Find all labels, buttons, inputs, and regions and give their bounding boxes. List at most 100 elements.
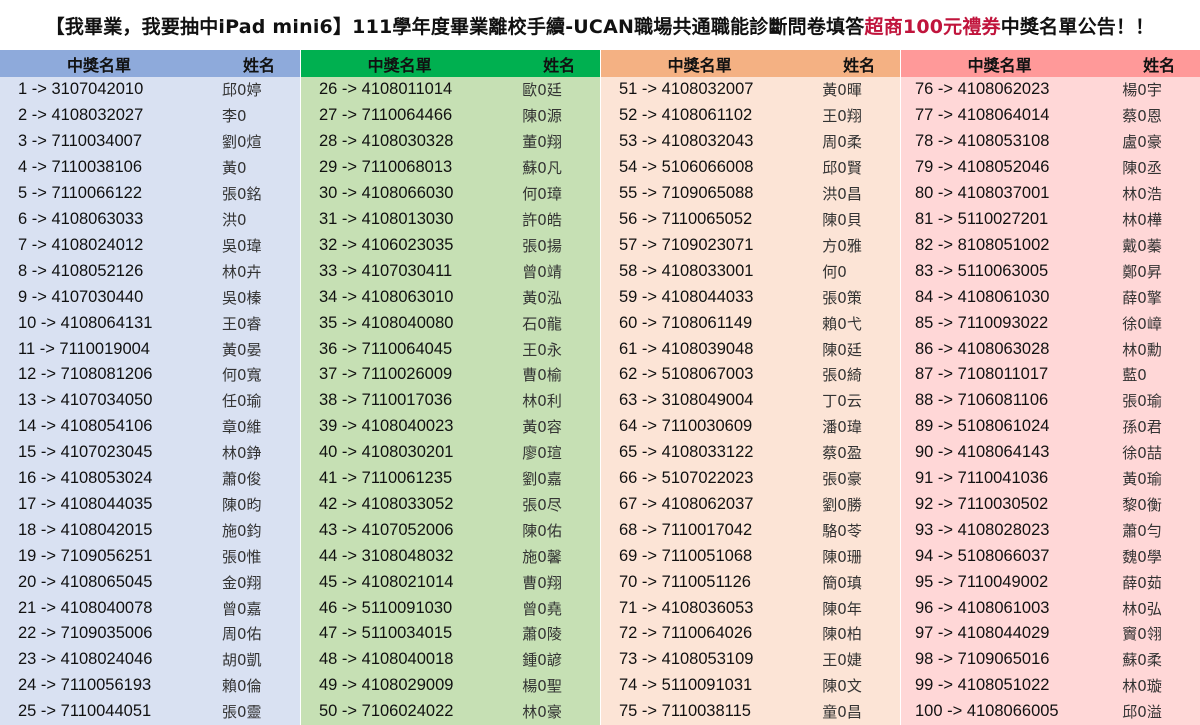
winner-code: 35 -> 4108040080 — [319, 313, 454, 332]
winner-name: 楊0宇 — [1122, 81, 1162, 100]
winner-code: 36 -> 7110064045 — [319, 339, 453, 358]
table-row: 72 -> 7110064026 陳0柏 — [601, 621, 900, 647]
winner-name: 廖0瑄 — [522, 444, 562, 463]
winner-name: 林0錚 — [222, 444, 262, 463]
table-row: 58 -> 4108033001 何0 — [601, 258, 900, 284]
winner-code: 75 -> 7110038115 — [619, 702, 751, 721]
table-row: 46 -> 5110091030 曾0堯 — [301, 595, 600, 621]
winner-code: 16 -> 4108053024 — [18, 469, 153, 488]
winner-code: 97 -> 4108044029 — [915, 624, 1050, 643]
winner-code: 26 -> 4108011014 — [319, 80, 453, 99]
winner-code: 78 -> 4108053108 — [915, 132, 1050, 151]
table-row: 7 -> 4108024012 吳0瑋 — [0, 232, 300, 258]
winner-name: 鍾0諺 — [522, 651, 562, 670]
winner-code: 30 -> 4108066030 — [319, 184, 454, 203]
table-row: 88 -> 7106081106 張0瑜 — [901, 388, 1200, 414]
winner-group-1: 中獎名單 姓名 1 -> 3107042010 邱0婷 2 -> 4108032027 李… — [0, 50, 300, 725]
table-row: 70 -> 7110051126 簡0瑱 — [601, 569, 900, 595]
winner-name: 石0龍 — [522, 314, 562, 333]
table-row: 15 -> 4107023045 林0錚 — [0, 440, 300, 466]
winner-name: 竇0翎 — [1122, 625, 1162, 644]
winner-code: 67 -> 4108062037 — [619, 494, 754, 513]
winner-name: 黃0瑜 — [1122, 470, 1162, 489]
winner-code: 51 -> 4108032007 — [619, 80, 754, 99]
title-part-2: 中獎名單公告！！ — [1000, 15, 1155, 38]
winner-name: 張0豪 — [822, 470, 862, 489]
header-winner-list: 中獎名單 — [967, 55, 1032, 75]
winner-name: 施0馨 — [522, 547, 562, 566]
table-row: 80 -> 4108037001 林0浩 — [901, 181, 1200, 207]
table-row: 84 -> 4108061030 薛0擎 — [901, 284, 1200, 310]
winner-code: 4 -> 7110038106 — [18, 158, 143, 177]
table-row: 95 -> 7110049002 薛0茹 — [901, 569, 1200, 595]
winner-code: 52 -> 4108061102 — [619, 106, 753, 125]
table-row: 9 -> 4107030440 吳0榛 — [0, 284, 300, 310]
table-row: 43 -> 4107052006 陳0佑 — [301, 517, 600, 543]
winner-name: 張0綺 — [822, 366, 862, 385]
winner-code: 70 -> 7110051126 — [619, 572, 751, 591]
winner-name: 蕭0勻 — [1122, 521, 1162, 540]
winner-name: 金0翔 — [222, 573, 262, 592]
table-row: 86 -> 4108063028 林0勳 — [901, 336, 1200, 362]
winner-code: 62 -> 5108067003 — [619, 365, 754, 384]
winner-code: 53 -> 4108032043 — [619, 132, 754, 151]
table-row: 65 -> 4108033122 蔡0盈 — [601, 440, 900, 466]
winner-group-3: 中獎名單 姓名 51 -> 4108032007 黃0暉 52 -> 410806110… — [600, 50, 900, 725]
table-row: 91 -> 7110041036 黃0瑜 — [901, 466, 1200, 492]
winner-code: 43 -> 4107052006 — [319, 520, 454, 539]
winner-code: 24 -> 7110056193 — [18, 676, 152, 695]
winner-name: 曾0靖 — [522, 262, 562, 281]
winner-code: 18 -> 4108042015 — [18, 520, 153, 539]
winner-name: 蘇0凡 — [522, 159, 562, 178]
winner-code: 90 -> 4108064143 — [915, 443, 1050, 462]
winner-code: 29 -> 7110068013 — [319, 158, 453, 177]
winner-name: 施0鈞 — [222, 521, 262, 540]
winner-code: 88 -> 7106081106 — [915, 391, 1049, 410]
table-row: 23 -> 4108024046 胡0凱 — [0, 647, 300, 673]
winner-name: 蕭0俊 — [222, 470, 262, 489]
table-row: 33 -> 4107030411 曾0靖 — [301, 258, 600, 284]
table-row: 41 -> 7110061235 劉0嘉 — [301, 466, 600, 492]
header-name: 姓名 — [242, 55, 275, 75]
table-row: 62 -> 5108067003 張0綺 — [601, 362, 900, 388]
winner-name: 陳0廷 — [822, 340, 862, 359]
group-header: 中獎名單 姓名 — [901, 50, 1200, 77]
winner-name: 楊0聖 — [522, 677, 562, 696]
table-row: 97 -> 4108044029 竇0翎 — [901, 621, 1200, 647]
table-row: 26 -> 4108011014 歐0廷 — [301, 77, 600, 103]
table-row: 90 -> 4108064143 徐0喆 — [901, 440, 1200, 466]
table-row: 54 -> 5106066008 邱0賢 — [601, 155, 900, 181]
winner-name: 陳0柏 — [822, 625, 862, 644]
winner-name: 胡0凱 — [222, 651, 262, 670]
table-row: 51 -> 4108032007 黃0暉 — [601, 77, 900, 103]
table-row: 25 -> 7110044051 張0靈 — [0, 699, 300, 725]
title-part-1: 【我畢業，我要抽中iPad mini6】111學年度畢業離校手續-UCAN職場共… — [45, 15, 865, 38]
winner-rows: 51 -> 4108032007 黃0暉 52 -> 4108061102 王0翔 53… — [601, 77, 900, 725]
winner-name: 周0柔 — [822, 133, 862, 152]
winner-name: 吳0榛 — [222, 288, 262, 307]
winner-name: 周0佑 — [222, 625, 262, 644]
table-row: 60 -> 7108061149 賴0弋 — [601, 310, 900, 336]
winner-code: 47 -> 5110034015 — [319, 624, 453, 643]
winner-code: 71 -> 4108036053 — [619, 598, 754, 617]
winner-code: 48 -> 4108040018 — [319, 650, 454, 669]
table-row: 52 -> 4108061102 王0翔 — [601, 103, 900, 129]
winner-group-2: 中獎名單 姓名 26 -> 4108011014 歐0廷 27 -> 711006446… — [300, 50, 600, 725]
winner-name: 童0昌 — [822, 703, 862, 722]
winner-code: 87 -> 7108011017 — [915, 365, 1049, 384]
winner-name: 林0樺 — [1122, 210, 1162, 229]
winner-code: 21 -> 4108040078 — [18, 598, 153, 617]
winner-code: 95 -> 7110049002 — [915, 572, 1049, 591]
winner-code: 32 -> 4106023035 — [319, 235, 454, 254]
winner-code: 20 -> 4108065045 — [18, 572, 153, 591]
winner-name: 蕭0陵 — [522, 625, 562, 644]
table-row: 39 -> 4108040023 黃0容 — [301, 414, 600, 440]
winner-code: 69 -> 7110051068 — [619, 546, 753, 565]
table-row: 22 -> 7109035006 周0佑 — [0, 621, 300, 647]
winner-code: 14 -> 4108054106 — [18, 417, 153, 436]
table-row: 79 -> 4108052046 陳0丞 — [901, 155, 1200, 181]
table-row: 61 -> 4108039048 陳0廷 — [601, 336, 900, 362]
table-row: 100 -> 4108066005 邱0溢 — [901, 699, 1200, 725]
winner-name: 張0瑜 — [1122, 392, 1162, 411]
winner-code: 1 -> 3107042010 — [18, 80, 144, 99]
